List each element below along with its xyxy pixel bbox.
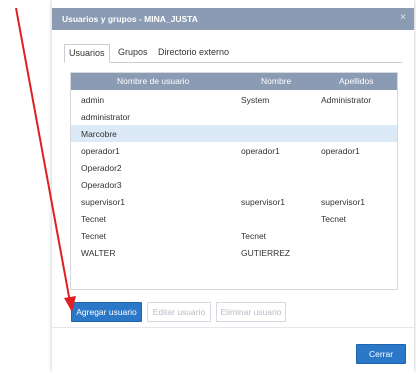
cell-username: WALTER (81, 248, 116, 258)
table-row[interactable]: WALTER GUTIERREZ (71, 244, 397, 261)
table-row[interactable]: Marcobre (71, 125, 397, 142)
close-icon[interactable]: × (396, 11, 410, 25)
cell-username: Tecnet (81, 231, 107, 241)
tab-grupos[interactable]: Grupos (118, 44, 148, 61)
dialog-titlebar: Usuarios y grupos - MINA_JUSTA × (52, 8, 414, 30)
dialog-title: Usuarios y grupos - MINA_JUSTA (62, 14, 198, 24)
table-row[interactable]: supervisor1 supervisor1 supervisor1 (71, 193, 397, 210)
cell-surname: operador1 (321, 146, 360, 156)
cell-username: Operador3 (81, 180, 122, 190)
tab-directorio-externo[interactable]: Directorio externo (158, 44, 229, 61)
cell-username: administrator (81, 112, 131, 122)
cell-surname: Administrator (321, 95, 372, 105)
table-row[interactable]: Operador2 (71, 159, 397, 176)
cell-name: supervisor1 (241, 197, 285, 207)
users-groups-dialog: Usuarios y grupos - MINA_JUSTA × Usuario… (52, 0, 414, 372)
cell-name: GUTIERREZ (241, 248, 291, 258)
table-row[interactable]: Operador3 (71, 176, 397, 193)
cell-username: Marcobre (81, 129, 117, 139)
cell-surname: supervisor1 (321, 197, 365, 207)
add-user-button[interactable]: Agregar usuario (71, 302, 142, 322)
cell-name: System (241, 95, 270, 105)
column-header-username[interactable]: Nombre de usuario (117, 76, 189, 86)
delete-user-button[interactable]: Eliminar usuario (216, 302, 286, 322)
cell-username: operador1 (81, 146, 120, 156)
cell-surname: Tecnet (321, 214, 347, 224)
tab-bar: Usuarios Grupos Directorio externo (64, 44, 402, 63)
edit-user-button[interactable]: Editar usuario (147, 302, 211, 322)
tab-usuarios[interactable]: Usuarios (64, 44, 110, 63)
cell-username: supervisor1 (81, 197, 125, 207)
cell-username: admin (81, 95, 105, 105)
table-row[interactable]: operador1 operador1 operador1 (71, 142, 397, 159)
table-row[interactable]: administrator (71, 108, 397, 125)
cell-name: Tecnet (241, 231, 267, 241)
footer-divider (52, 327, 414, 328)
table-header: Nombre de usuario Nombre Apellidos (71, 73, 397, 90)
column-header-surname[interactable]: Apellidos (339, 76, 374, 86)
cell-name: operador1 (241, 146, 280, 156)
users-table: Nombre de usuario Nombre Apellidos admin… (70, 72, 398, 290)
cell-username: Operador2 (81, 163, 122, 173)
table-row[interactable]: Tecnet Tecnet (71, 227, 397, 244)
table-row[interactable]: Tecnet Tecnet (71, 210, 397, 227)
column-header-name[interactable]: Nombre (261, 76, 291, 86)
cell-username: Tecnet (81, 214, 107, 224)
table-row[interactable]: admin System Administrator (71, 91, 397, 108)
close-button[interactable]: Cerrar (356, 344, 406, 364)
